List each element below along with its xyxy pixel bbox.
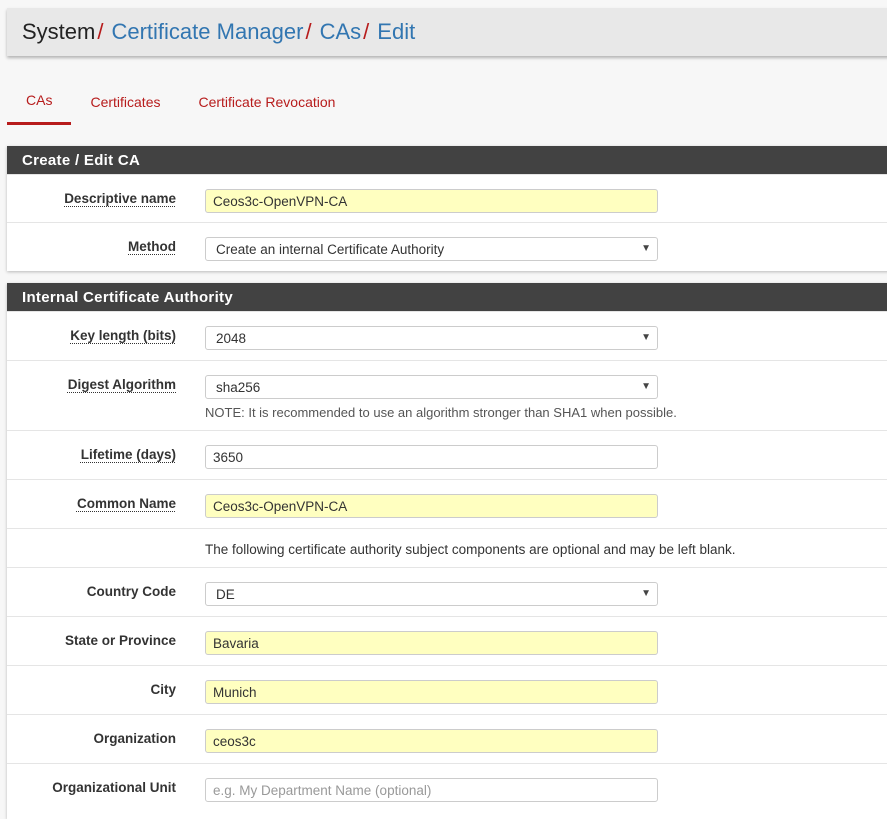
method-select-value: Create an internal Certificate Authority [216,241,445,257]
key-length-select[interactable]: 2048 ▼ [205,326,658,350]
digest-label: Digest Algorithm [67,377,176,392]
method-label: Method [128,239,176,254]
optional-info-row: The following certificate authority subj… [7,528,887,567]
city-label: City [150,682,176,697]
breadcrumb-certificate-manager[interactable]: Certificate Manager [111,19,303,45]
organization-input[interactable]: ceos3c [205,729,658,753]
breadcrumb: System / Certificate Manager / CAs / Edi… [7,8,887,56]
breadcrumb-cas[interactable]: CAs [320,19,362,45]
digest-select[interactable]: sha256 ▼ [205,375,658,399]
key-length-value: 2048 [216,330,247,346]
tab-bar: CAs Certificates Certificate Revocation [7,78,354,126]
key-length-row: Key length (bits) 2048 ▼ [7,311,887,360]
chevron-down-icon: ▼ [641,381,651,392]
common-name-input[interactable]: Ceos3c-OpenVPN-CA [205,494,658,518]
descriptive-name-input[interactable]: Ceos3c-OpenVPN-CA [205,189,658,213]
digest-row: Digest Algorithm sha256 ▼ NOTE: It is re… [7,360,887,430]
lifetime-row: Lifetime (days) 3650 [7,430,887,479]
tab-cas[interactable]: CAs [7,78,72,125]
panel-title: Internal Certificate Authority [7,283,887,311]
method-row: Method Create an internal Certificate Au… [7,222,887,271]
digest-note: NOTE: It is recommended to use an algori… [205,405,677,420]
tab-certificate-revocation[interactable]: Certificate Revocation [179,78,354,125]
breadcrumb-separator: / [97,19,104,44]
breadcrumb-separator: / [363,19,370,44]
org-unit-row: Organizational Unit e.g. My Department N… [7,763,887,812]
state-label: State or Province [64,633,176,648]
chevron-down-icon: ▼ [641,588,651,599]
breadcrumb-separator: / [305,19,312,44]
org-unit-input[interactable]: e.g. My Department Name (optional) [205,778,658,802]
digest-value: sha256 [216,379,261,395]
lifetime-label: Lifetime (days) [80,447,176,462]
country-row: Country Code DE ▼ [7,567,887,616]
breadcrumb-system: System [22,19,96,44]
tab-certificates[interactable]: Certificates [71,78,179,125]
city-input[interactable]: Munich [205,680,658,704]
descriptive-name-row: Descriptive name Ceos3c-OpenVPN-CA [7,174,887,222]
method-select[interactable]: Create an internal Certificate Authority… [205,237,658,261]
create-edit-ca-panel: Create / Edit CA Descriptive name Ceos3c… [7,146,887,271]
common-name-label: Common Name [76,496,176,511]
chevron-down-icon: ▼ [641,243,651,254]
lifetime-input[interactable]: 3650 [205,445,658,469]
country-value: DE [216,586,235,602]
breadcrumb-edit[interactable]: Edit [377,19,415,45]
organization-row: Organization ceos3c [7,714,887,763]
country-label: Country Code [86,584,176,599]
state-input[interactable]: Bavaria [205,631,658,655]
common-name-row: Common Name Ceos3c-OpenVPN-CA [7,479,887,528]
panel-title: Create / Edit CA [7,146,887,174]
city-row: City Munich [7,665,887,714]
country-select[interactable]: DE ▼ [205,582,658,606]
chevron-down-icon: ▼ [641,332,651,343]
internal-ca-panel: Internal Certificate Authority Key lengt… [7,283,887,819]
optional-info-text: The following certificate authority subj… [205,542,736,557]
key-length-label: Key length (bits) [70,328,176,343]
org-unit-label: Organizational Unit [52,780,176,795]
descriptive-name-label: Descriptive name [64,191,176,206]
state-row: State or Province Bavaria [7,616,887,665]
organization-label: Organization [93,731,176,746]
